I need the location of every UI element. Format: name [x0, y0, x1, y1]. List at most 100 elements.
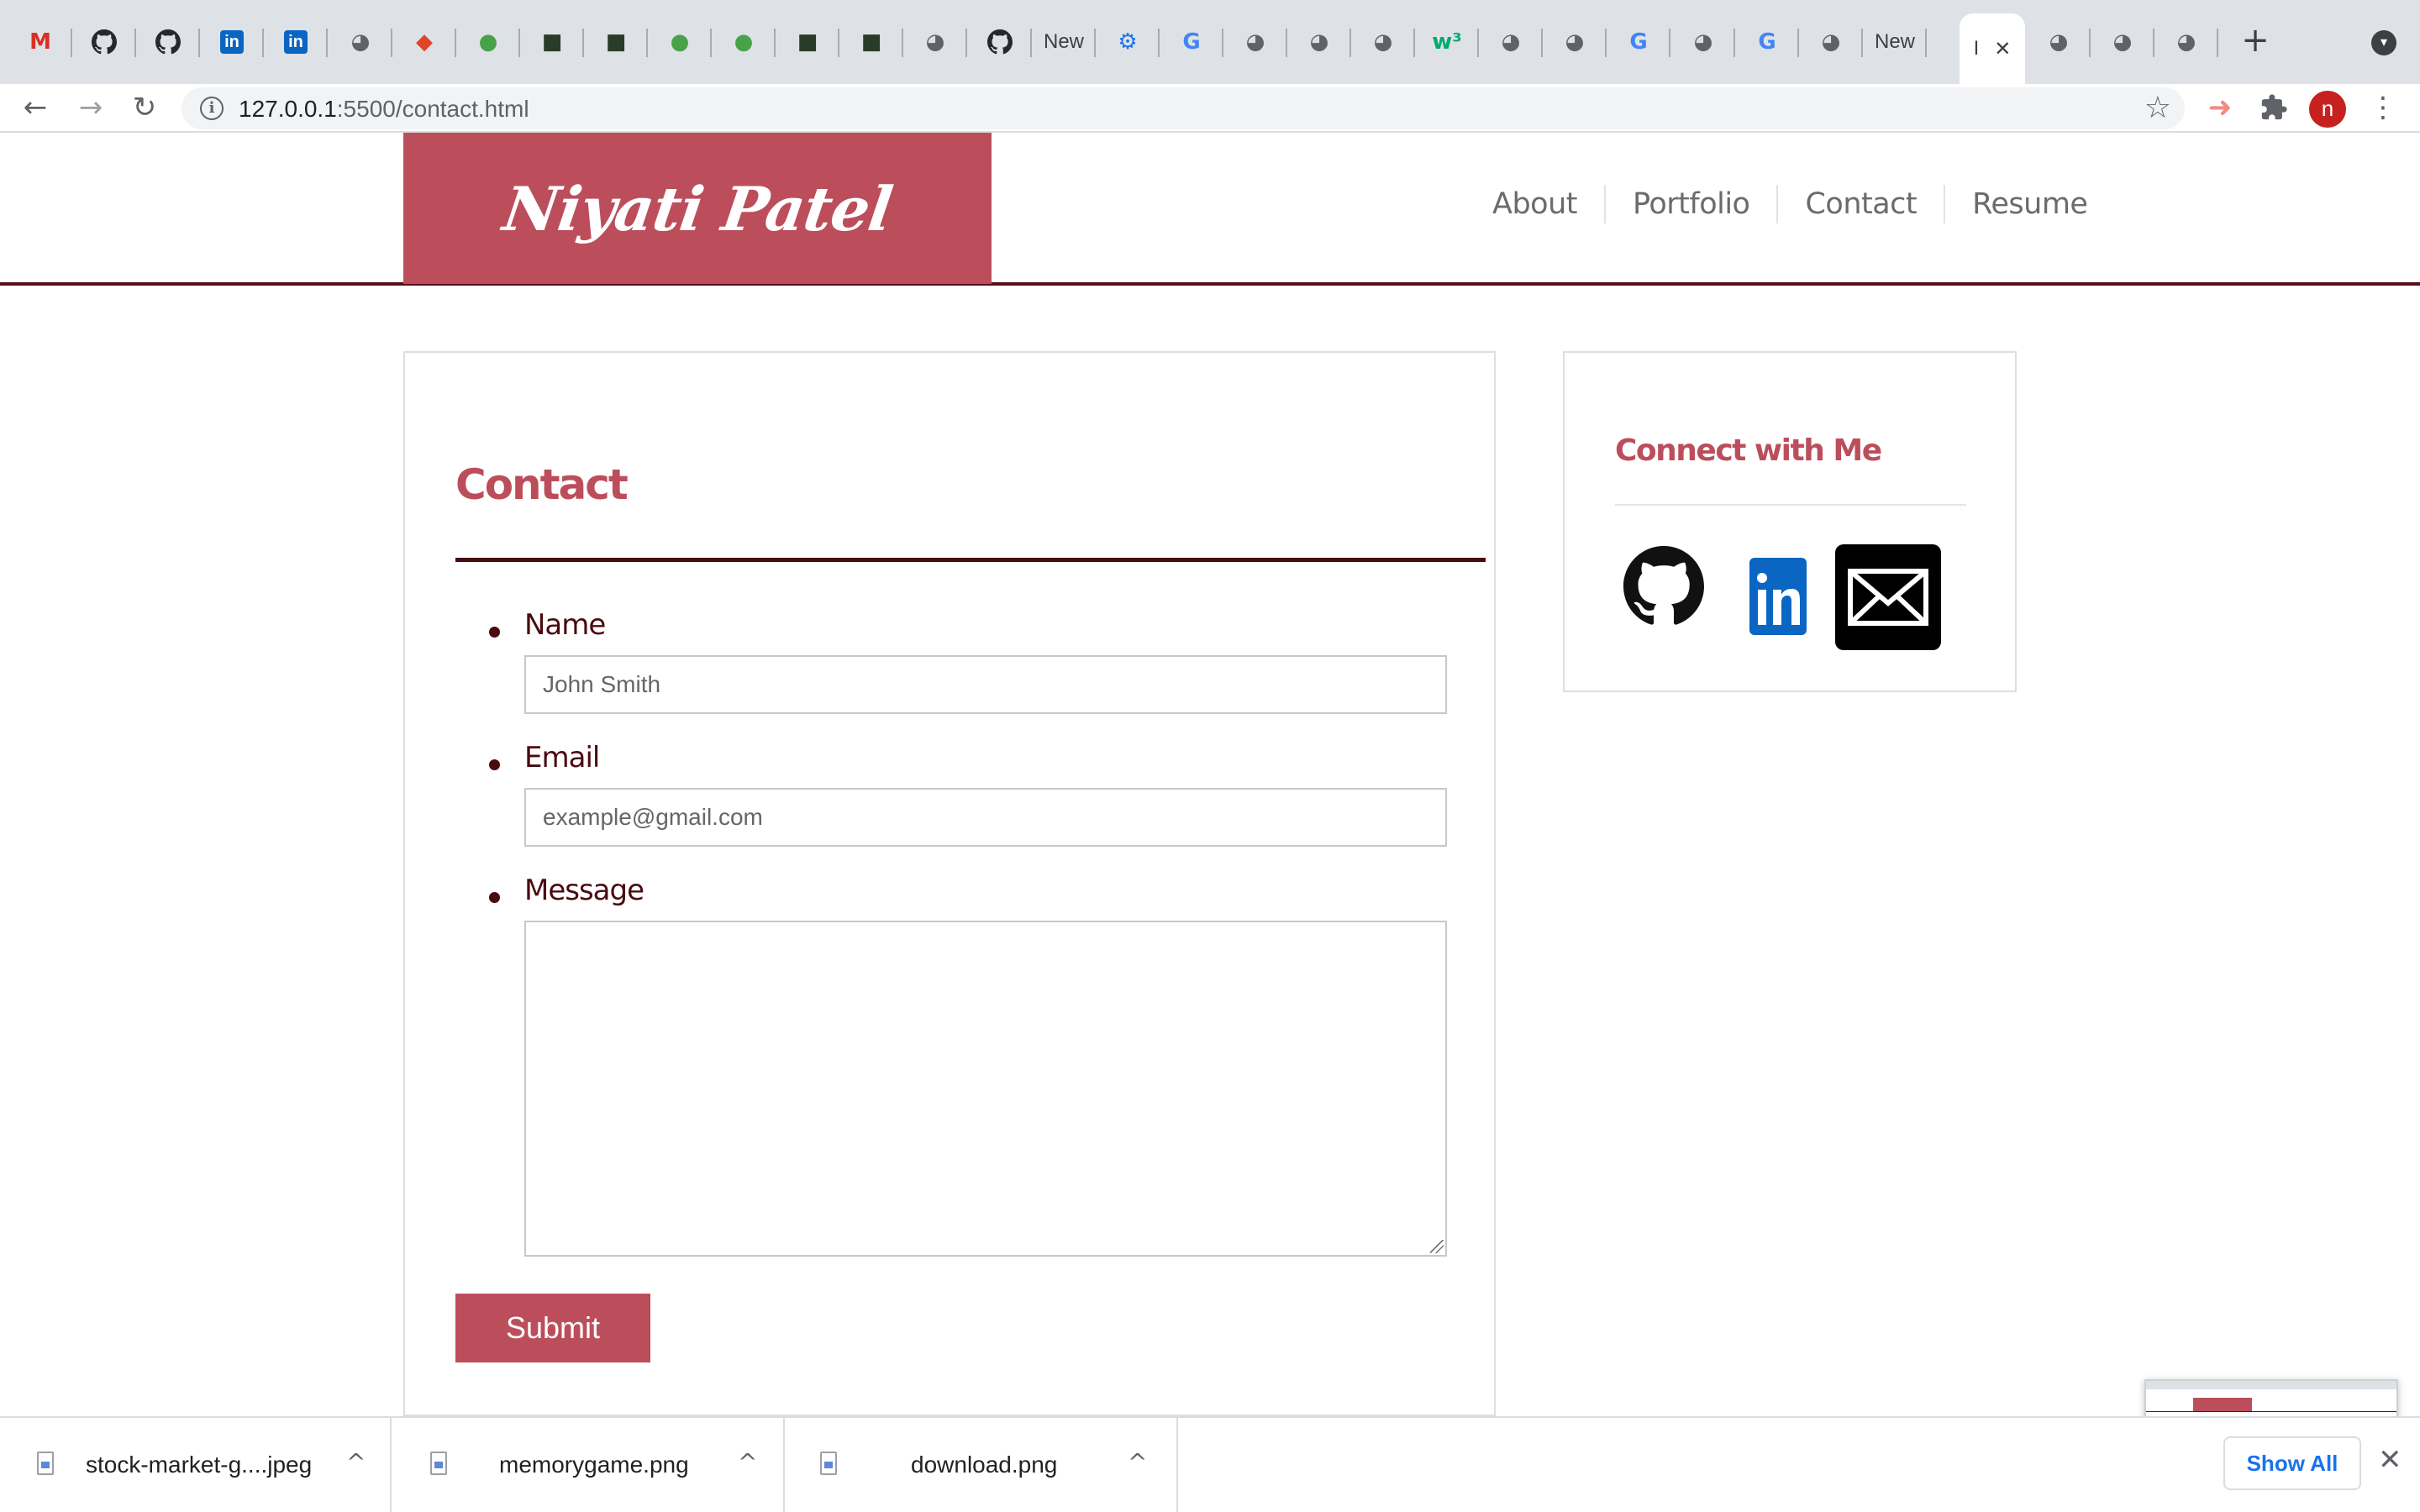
- thumb-logo: [2193, 1398, 2252, 1411]
- name-input[interactable]: John Smith: [524, 655, 1447, 714]
- show-all-downloads-button[interactable]: Show All: [2223, 1436, 2361, 1490]
- submit-button[interactable]: Submit: [455, 1294, 650, 1362]
- browser-tab[interactable]: ◕: [903, 15, 967, 69]
- back-button[interactable]: ←: [17, 89, 54, 126]
- browser-tab[interactable]: ■: [776, 15, 839, 69]
- email-icon[interactable]: [1835, 544, 1941, 654]
- browser-tab[interactable]: ◕: [1223, 15, 1287, 69]
- browser-tab[interactable]: [136, 15, 200, 69]
- profile-avatar[interactable]: n: [2309, 91, 2346, 128]
- browser-tab[interactable]: ■: [839, 15, 903, 69]
- browser-tab[interactable]: ■: [584, 15, 648, 69]
- browser-tab[interactable]: [72, 15, 136, 69]
- tab-close-icon[interactable]: ✕: [1994, 37, 2011, 60]
- github-icon: [91, 29, 118, 55]
- nav-resume[interactable]: Resume: [1944, 185, 2114, 223]
- browser-tab[interactable]: ⚙: [1096, 15, 1160, 69]
- browser-tab[interactable]: in: [200, 15, 264, 69]
- github-icon: [986, 29, 1013, 55]
- browser-tab[interactable]: New: [1863, 15, 1927, 69]
- message-label: Message: [524, 874, 644, 907]
- reload-button[interactable]: ↻: [126, 89, 163, 126]
- browser-tab[interactable]: ◕: [1543, 15, 1607, 69]
- browser-tab[interactable]: w³: [1415, 15, 1479, 69]
- browser-tab[interactable]: M: [8, 15, 72, 69]
- new-tab-button[interactable]: +: [2238, 24, 2272, 59]
- browser-tab[interactable]: ◕: [1479, 15, 1543, 69]
- forward-button[interactable]: →: [72, 89, 109, 126]
- chevron-up-icon[interactable]: ^: [738, 1448, 757, 1476]
- tab-separator: [1925, 29, 1927, 57]
- resize-handle-icon[interactable]: [1430, 1240, 1444, 1253]
- browser-tab[interactable]: ●: [648, 15, 712, 69]
- connect-divider: [1615, 504, 1966, 506]
- new-tab-label: New: [1874, 30, 1915, 53]
- mongodb-leaf-icon: ●: [670, 29, 690, 55]
- nav-portfolio[interactable]: Portfolio: [1603, 185, 1776, 223]
- browser-tab[interactable]: ◕: [2154, 15, 2218, 69]
- browser-tab[interactable]: ◕: [329, 15, 392, 69]
- browser-tab[interactable]: G: [1160, 15, 1223, 69]
- message-textarea[interactable]: [524, 921, 1447, 1257]
- download-item[interactable]: download.png ^: [786, 1418, 1178, 1512]
- browser-tab[interactable]: ◆: [392, 15, 456, 69]
- nav-contact[interactable]: Contact: [1776, 185, 1944, 223]
- connect-card: Connect with Me: [1563, 351, 2017, 692]
- globe-icon: ◕: [350, 29, 371, 55]
- gmail-icon: M: [29, 29, 51, 55]
- address-bar[interactable]: i 127.0.0.1:5500/contact.html ☆: [182, 87, 2185, 129]
- browser-tab[interactable]: ◕: [1287, 15, 1351, 69]
- browser-tab[interactable]: ◕: [2027, 15, 2091, 69]
- tab-search-button[interactable]: ▾: [2371, 30, 2396, 55]
- close-downloads-icon[interactable]: ✕: [2378, 1443, 2402, 1477]
- logo-box[interactable]: Niyati Patel: [403, 133, 992, 284]
- cast-extension-icon[interactable]: ➜: [2202, 89, 2238, 126]
- browser-tab[interactable]: ■: [520, 15, 584, 69]
- mongodb-leaf-icon: ●: [734, 29, 754, 55]
- github-icon[interactable]: [1623, 546, 1704, 631]
- mongodb-icon: ■: [797, 29, 818, 55]
- chevron-up-icon[interactable]: ^: [1128, 1448, 1147, 1476]
- puzzle-icon[interactable]: [2255, 89, 2292, 126]
- google-icon: G: [1629, 29, 1648, 55]
- browser-tab[interactable]: in: [264, 15, 328, 69]
- name-label: Name: [524, 608, 606, 642]
- github-icon: [155, 29, 182, 55]
- mongodb-leaf-icon: ●: [478, 29, 498, 55]
- screenshot-preview-thumbnail[interactable]: [2144, 1379, 2398, 1416]
- message-field-group: Message: [455, 874, 1487, 1260]
- bookmark-star-icon[interactable]: ☆: [2144, 91, 2171, 125]
- chevron-up-icon[interactable]: ^: [346, 1448, 366, 1476]
- download-item[interactable]: stock-market-g....jpeg ^: [0, 1418, 392, 1512]
- site-info-icon[interactable]: i: [200, 97, 224, 120]
- chrome-menu-icon[interactable]: ⋮: [2365, 89, 2402, 126]
- browser-tab[interactable]: ◕: [2091, 15, 2154, 69]
- nav-about[interactable]: About: [1477, 185, 1604, 223]
- email-input[interactable]: example@gmail.com: [524, 788, 1447, 847]
- connect-title: Connect with Me: [1615, 433, 1882, 468]
- browser-tab[interactable]: New: [1032, 15, 1096, 69]
- download-item[interactable]: memorygame.png ^: [393, 1418, 785, 1512]
- globe-icon: ◕: [1245, 29, 1265, 55]
- linkedin-icon[interactable]: [1749, 558, 1807, 639]
- browser-tab[interactable]: ◕: [1351, 15, 1415, 69]
- globe-icon: ◕: [1501, 29, 1521, 55]
- browser-tab[interactable]: [968, 15, 1032, 69]
- linkedin-icon: in: [218, 29, 245, 55]
- image-file-icon: [430, 1452, 447, 1475]
- active-tab[interactable]: I ✕: [1960, 13, 2025, 84]
- browser-tab[interactable]: ◕: [1671, 15, 1735, 69]
- browser-tab[interactable]: G: [1735, 15, 1799, 69]
- browser-tab[interactable]: G: [1607, 15, 1670, 69]
- globe-icon: ◕: [1565, 29, 1585, 55]
- w3schools-icon: w³: [1432, 29, 1462, 55]
- site-logo: Niyati Patel: [498, 172, 897, 244]
- browser-tab[interactable]: ●: [712, 15, 776, 69]
- globe-icon: ◕: [2112, 29, 2133, 55]
- url-text[interactable]: 127.0.0.1:5500/contact.html: [239, 96, 529, 123]
- globe-icon: ◕: [1821, 29, 1841, 55]
- download-filename: stock-market-g....jpeg: [86, 1452, 313, 1478]
- browser-tab[interactable]: ◕: [1799, 15, 1863, 69]
- browser-tab[interactable]: ●: [456, 15, 520, 69]
- globe-icon: ◕: [1309, 29, 1329, 55]
